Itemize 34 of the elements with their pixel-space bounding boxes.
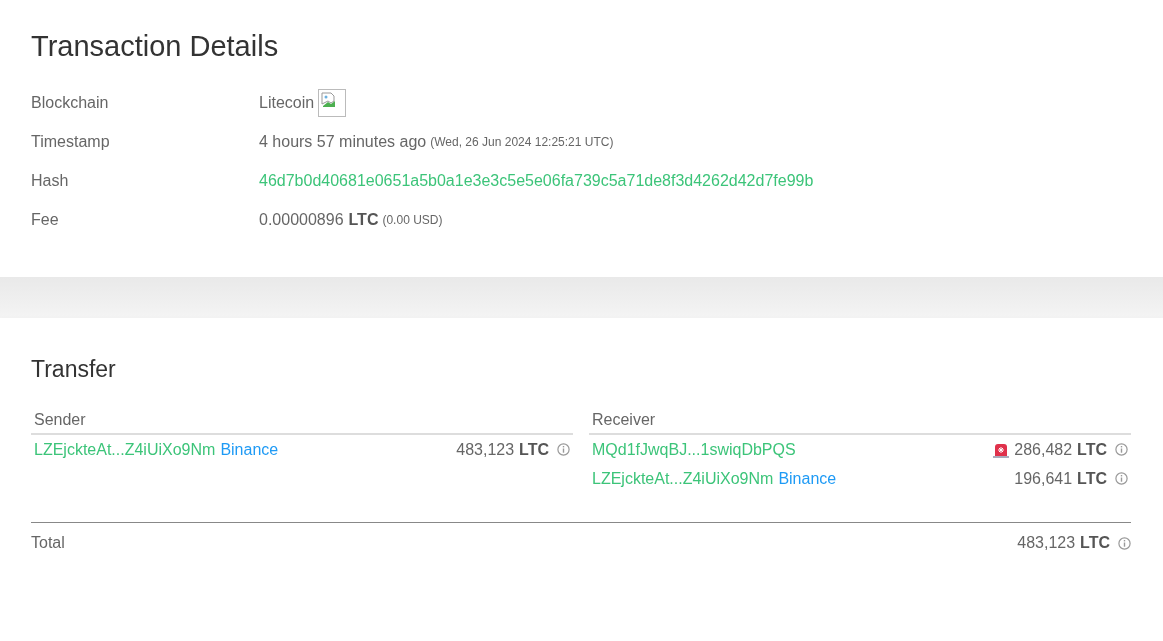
total-label: Total (31, 534, 65, 552)
hash-link[interactable]: 46d7b0d40681e0651a5b0a1e3e3c5e5e06fa739c5a71de8f3d4262d42d7fe99b (259, 171, 814, 190)
owner-link[interactable]: Binance (220, 440, 279, 459)
field-value: Litecoin (259, 93, 315, 112)
field-label: Hash (31, 171, 70, 190)
info-icon[interactable] (1115, 443, 1128, 456)
info-icon[interactable] (557, 443, 570, 456)
page-title: Transaction Details (31, 30, 280, 63)
unit-text: LTC (1080, 534, 1110, 552)
section-title: Transfer (31, 356, 117, 383)
broken-image-icon (321, 91, 338, 108)
unit-text: LTC (348, 210, 379, 229)
field-label: Blockchain (31, 93, 110, 112)
field-label: Timestamp (31, 132, 111, 151)
field-value: 0.00000896 (259, 210, 344, 229)
amount-text: 483,123 (456, 440, 515, 459)
address-link[interactable]: LZEjckteAt...Z4iUiXo9Nm (34, 440, 216, 459)
column-heading: Receiver (592, 411, 656, 428)
owner-link[interactable]: Binance (778, 469, 837, 488)
field-value: 4 hours 57 minutes ago (259, 132, 427, 151)
address-link[interactable]: LZEjckteAt...Z4iUiXo9Nm (592, 469, 774, 488)
column-heading: Sender (34, 411, 86, 428)
unit-text: LTC (1077, 440, 1107, 459)
unit-text: LTC (1077, 469, 1107, 488)
info-icon[interactable] (1115, 472, 1128, 485)
amount-text: 483,123 (1017, 534, 1076, 552)
info-icon[interactable] (1118, 536, 1131, 550)
field-note: (0.00 USD) (382, 212, 443, 227)
amount-text: 286,482 (1014, 440, 1073, 459)
amount-text: 196,641 (1014, 469, 1073, 488)
address-link[interactable]: MQd1fJwqBJ...1swiqDbPQS (592, 440, 796, 459)
unit-text: LTC (519, 440, 549, 459)
field-note: (Wed, 26 Jun 2024 12:25:21 UTC) (430, 134, 614, 149)
field-label: Fee (31, 210, 60, 229)
